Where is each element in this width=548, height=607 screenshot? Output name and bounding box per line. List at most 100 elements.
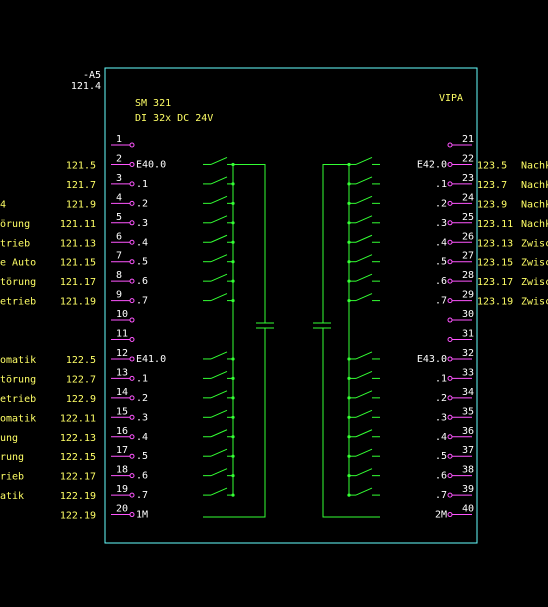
right-terminal-38[interactable]: 38.6 xyxy=(435,465,474,482)
left-terminal-5[interactable]: 5 .3 121.11 örung xyxy=(0,212,148,230)
right-terminal-25[interactable]: 25 .3 123.11 Nachk xyxy=(435,212,548,230)
terminal-point xyxy=(129,181,135,187)
left-terminal-4[interactable]: 4 .2 121.9 4 xyxy=(0,192,148,210)
terminal-pin-number: 37 xyxy=(462,445,474,456)
terminal-pin-number: 38 xyxy=(462,465,474,476)
terminal-page-ref: 122.11 xyxy=(60,413,96,424)
terminal-point xyxy=(447,356,453,362)
right-terminal-29[interactable]: 29 .7 123.19 Zwisc xyxy=(435,290,548,308)
right-terminal-36[interactable]: 36.4 xyxy=(435,426,474,443)
terminal-address: .3 xyxy=(136,412,148,423)
terminal-page-ref: 122.15 xyxy=(60,452,96,463)
left-terminal-18[interactable]: 18 .6 122.17 rieb xyxy=(0,465,148,483)
terminal-point xyxy=(447,414,453,420)
terminal-pin-number: 21 xyxy=(462,134,474,145)
left-terminal-15[interactable]: 15 .3 122.11 omatik xyxy=(0,406,148,424)
right-terminal-24[interactable]: 24 .2 123.9 Nachk xyxy=(435,192,548,210)
terminal-address: .3 xyxy=(435,412,447,423)
left-terminal-10[interactable]: 10 xyxy=(111,309,135,323)
left-terminal-19[interactable]: 19 .7 122.19 atik xyxy=(0,484,148,502)
terminal-point xyxy=(447,298,453,304)
terminal-page-ref: 123.9 xyxy=(477,199,507,210)
terminal-pin-number: 23 xyxy=(462,173,474,184)
terminal-pin-number: 9 xyxy=(116,290,122,301)
left-terminal-2[interactable]: 2 E40.0 121.5 xyxy=(66,153,166,171)
terminal-pin-number: 11 xyxy=(116,329,128,340)
right-terminal-34[interactable]: 34.2 xyxy=(435,387,474,404)
right-terminal-32[interactable]: 32 E43.0 xyxy=(417,348,474,365)
module-outline[interactable] xyxy=(104,67,478,544)
terminal-address: .2 xyxy=(435,393,447,404)
terminal-address: .4 xyxy=(136,432,148,443)
right-terminal-27[interactable]: 27 .5 123.15 Zwisc xyxy=(435,251,548,269)
terminal-point xyxy=(447,395,453,401)
right-terminal-31[interactable]: 31 xyxy=(447,329,474,342)
left-terminal-20[interactable]: 20 1M 122.19 xyxy=(60,504,148,522)
left-terminal-1[interactable]: 1 xyxy=(111,134,135,148)
left-terminal-3[interactable]: 3 .1 121.7 xyxy=(66,173,148,191)
terminal-address: .7 xyxy=(435,490,447,501)
terminal-description: rung xyxy=(0,452,24,463)
input-switch xyxy=(347,351,380,361)
terminal-description: Zwisc xyxy=(521,297,548,308)
left-terminal-11[interactable]: 11 xyxy=(111,329,135,342)
left-terminal-9[interactable]: 9 .7 121.19 etrieb xyxy=(0,290,148,308)
terminal-pin-number: 27 xyxy=(462,251,474,262)
input-switch xyxy=(347,293,380,303)
terminal-description: Zwisc xyxy=(521,238,548,249)
input-switch xyxy=(203,409,235,419)
left-terminal-7[interactable]: 7 .5 121.15 e Auto xyxy=(0,251,148,269)
terminal-point xyxy=(447,278,453,284)
terminal-pin-number: 1 xyxy=(116,134,122,145)
terminal-page-ref: 122.19 xyxy=(60,511,96,522)
right-ground-branch xyxy=(322,163,349,323)
terminal-description: Nachk xyxy=(521,199,548,210)
left-terminal-17[interactable]: 17 .5 122.15 rung xyxy=(0,445,148,463)
left-terminal-16[interactable]: 16 .4 122.13 ung xyxy=(0,426,148,444)
right-terminal-35[interactable]: 35.3 xyxy=(435,406,474,423)
terminal-address: .2 xyxy=(435,198,447,209)
right-terminal-39[interactable]: 39.7 xyxy=(435,484,474,501)
left-terminal-8[interactable]: 8 .6 121.17 törung xyxy=(0,270,148,288)
terminal-point xyxy=(447,142,453,148)
input-switch xyxy=(203,390,235,400)
terminal-address: .3 xyxy=(435,218,447,229)
terminal-point xyxy=(129,375,135,381)
terminal-address: E43.0 xyxy=(417,354,447,365)
terminal-point xyxy=(129,161,135,167)
terminal-pin-number: 28 xyxy=(462,270,474,281)
right-terminal-23[interactable]: 23 .1 123.7 Nachk xyxy=(435,173,548,191)
terminal-point xyxy=(129,220,135,226)
terminal-page-ref: 123.19 xyxy=(477,297,513,308)
terminal-description: törung xyxy=(0,277,36,288)
terminal-point xyxy=(447,317,453,323)
terminal-point xyxy=(129,142,135,148)
left-terminal-12[interactable]: 12 E41.0 122.5 omatik xyxy=(0,348,166,366)
right-terminal-26[interactable]: 26 .4 123.13 Zwisc xyxy=(435,231,548,249)
terminal-page-ref: 122.19 xyxy=(60,491,96,502)
right-terminal-30[interactable]: 30 xyxy=(447,309,474,323)
terminal-pin-number: 24 xyxy=(462,192,474,203)
right-terminal-22[interactable]: 22 E42.0 123.5 Nachk xyxy=(417,153,548,171)
left-terminal-14[interactable]: 14 .2 122.9 etrieb xyxy=(0,387,148,405)
right-terminal-28[interactable]: 28 .6 123.17 Zwisc xyxy=(435,270,548,288)
left-terminal-6[interactable]: 6 .4 121.13 trieb xyxy=(0,231,148,249)
right-terminal-21[interactable]: 21 xyxy=(447,134,474,148)
right-terminal-33[interactable]: 33.1 xyxy=(435,367,474,384)
input-switch xyxy=(347,156,380,167)
right-terminal-37[interactable]: 37.5 xyxy=(435,445,474,462)
input-switch xyxy=(347,468,380,478)
terminal-description: Nachk xyxy=(521,160,548,171)
input-switch xyxy=(347,176,380,186)
terminal-pin-number: 2 xyxy=(116,153,122,164)
right-terminal-40[interactable]: 40 2M xyxy=(435,504,474,521)
terminal-address: .7 xyxy=(136,296,148,307)
module-page-ref: 121.4 xyxy=(71,81,101,92)
left-terminal-13[interactable]: 13 .1 122.7 törung xyxy=(0,367,148,385)
input-switch xyxy=(203,215,235,225)
terminal-address: .6 xyxy=(435,471,447,482)
terminal-page-ref: 122.9 xyxy=(66,394,96,405)
terminal-page-ref: 123.13 xyxy=(477,238,513,249)
input-switch xyxy=(203,234,235,244)
terminal-description: omatik xyxy=(0,413,36,424)
